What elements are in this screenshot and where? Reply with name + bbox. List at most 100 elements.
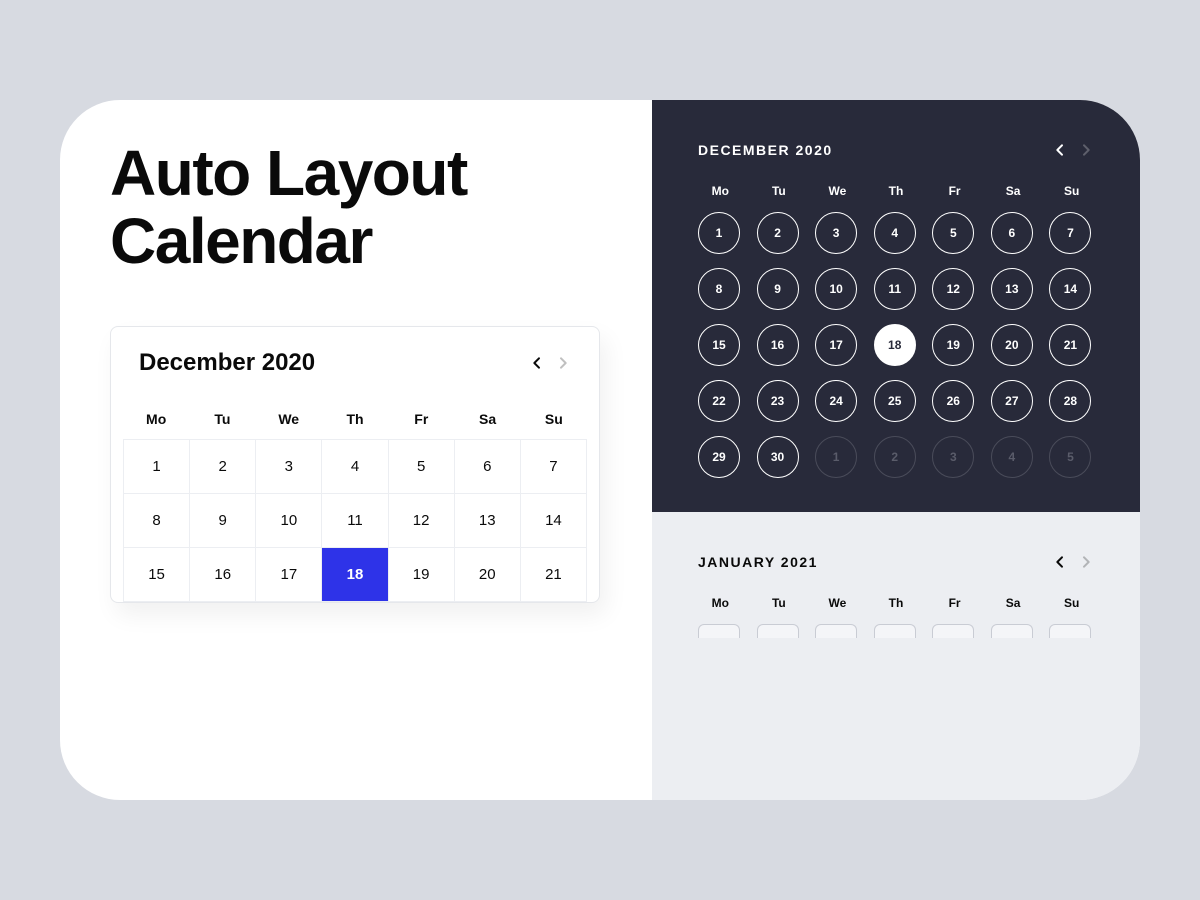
dow-label: Tu: [757, 184, 802, 198]
left-column: Auto LayoutCalendar December 2020 MoTuWe…: [60, 100, 652, 800]
calendar-day[interactable]: 13: [991, 268, 1033, 310]
chevron-left-icon[interactable]: [1052, 554, 1068, 570]
calendar-day[interactable]: 1: [698, 212, 740, 254]
calendar-day[interactable]: 9: [190, 494, 256, 548]
calendar-day[interactable]: 25: [874, 380, 916, 422]
calendar-day[interactable]: 26: [932, 380, 974, 422]
calendar-day[interactable]: 10: [256, 494, 322, 548]
chevron-left-icon[interactable]: [1052, 142, 1068, 158]
dow-label: We: [815, 596, 860, 610]
chevron-left-icon[interactable]: [529, 355, 545, 371]
calendar-day-other-month[interactable]: 5: [1049, 436, 1091, 478]
calendar-day[interactable]: 7: [1049, 212, 1091, 254]
calendar-day[interactable]: 11: [874, 268, 916, 310]
dow-label: Th: [874, 184, 919, 198]
calendar-day[interactable]: 18: [322, 548, 388, 602]
calendar-day[interactable]: 22: [698, 380, 740, 422]
calendar-day[interactable]: 16: [757, 324, 799, 366]
calendar-secondary-header: JANUARY 2021: [698, 554, 1094, 570]
dow-label: Mo: [698, 596, 743, 610]
calendar-day-other-month[interactable]: 2: [874, 436, 916, 478]
chevron-right-icon: [1078, 142, 1094, 158]
chevron-right-icon: [555, 355, 571, 371]
calendar-day[interactable]: [698, 624, 740, 638]
calendar-day[interactable]: 19: [389, 548, 455, 602]
calendar-day[interactable]: 29: [698, 436, 740, 478]
calendar-day[interactable]: 17: [815, 324, 857, 366]
calendar-day[interactable]: 8: [698, 268, 740, 310]
dow-label: Fr: [388, 411, 454, 427]
calendar-day[interactable]: [932, 624, 974, 638]
calendar-day[interactable]: 12: [389, 494, 455, 548]
dow-label: Fr: [932, 184, 977, 198]
calendar-day[interactable]: 15: [698, 324, 740, 366]
calendar-day[interactable]: [815, 624, 857, 638]
calendar-day[interactable]: 9: [757, 268, 799, 310]
calendar-dark-grid: 1234567891011121314151617181920212223242…: [698, 212, 1094, 478]
calendar-day[interactable]: [1049, 624, 1091, 638]
calendar-day[interactable]: [991, 624, 1033, 638]
dow-label: We: [815, 184, 860, 198]
calendar-secondary-title: JANUARY 2021: [698, 554, 818, 570]
calendar-day[interactable]: 20: [991, 324, 1033, 366]
calendar-day[interactable]: 24: [815, 380, 857, 422]
dow-label: Th: [322, 411, 388, 427]
calendar-day[interactable]: 18: [874, 324, 916, 366]
dow-label: We: [256, 411, 322, 427]
calendar-day-other-month[interactable]: 4: [991, 436, 1033, 478]
calendar-day[interactable]: 13: [455, 494, 521, 548]
calendar-day[interactable]: 11: [322, 494, 388, 548]
calendar-day[interactable]: 6: [991, 212, 1033, 254]
calendar-light-nav: [529, 355, 571, 371]
showcase-card: Auto LayoutCalendar December 2020 MoTuWe…: [60, 100, 1140, 800]
calendar-day[interactable]: [874, 624, 916, 638]
page-title: Auto LayoutCalendar: [110, 140, 622, 276]
calendar-day[interactable]: 3: [815, 212, 857, 254]
dow-label: Mo: [698, 184, 743, 198]
dow-label: Su: [1049, 184, 1094, 198]
calendar-day-other-month[interactable]: 1: [815, 436, 857, 478]
calendar-light-grid: 123456789101112131415161718192021: [123, 439, 587, 602]
calendar-day[interactable]: 5: [389, 440, 455, 494]
calendar-light-title: December 2020: [139, 349, 315, 377]
calendar-day[interactable]: 2: [190, 440, 256, 494]
calendar-day[interactable]: 19: [932, 324, 974, 366]
calendar-day[interactable]: 14: [521, 494, 587, 548]
calendar-day-other-month[interactable]: 3: [932, 436, 974, 478]
calendar-day[interactable]: 30: [757, 436, 799, 478]
calendar-light-dow-row: MoTuWeThFrSaSu: [111, 395, 599, 439]
calendar-day[interactable]: 21: [1049, 324, 1091, 366]
calendar-day[interactable]: 6: [455, 440, 521, 494]
right-column: DECEMBER 2020 MoTuWeThFrSaSu 12345678910…: [652, 100, 1140, 800]
calendar-day[interactable]: 16: [190, 548, 256, 602]
dow-label: Th: [874, 596, 919, 610]
calendar-day[interactable]: 23: [757, 380, 799, 422]
calendar-day[interactable]: 4: [322, 440, 388, 494]
calendar-light: December 2020 MoTuWeThFrSaSu 12345678910…: [110, 326, 600, 603]
calendar-day[interactable]: 4: [874, 212, 916, 254]
calendar-day[interactable]: 27: [991, 380, 1033, 422]
calendar-secondary-nav: [1052, 554, 1094, 570]
calendar-day[interactable]: 8: [124, 494, 190, 548]
calendar-dark-nav: [1052, 142, 1094, 158]
calendar-day[interactable]: 21: [521, 548, 587, 602]
calendar-day[interactable]: 20: [455, 548, 521, 602]
calendar-day[interactable]: 17: [256, 548, 322, 602]
calendar-day[interactable]: [757, 624, 799, 638]
calendar-dark-dow-row: Mo Tu We Th Fr Sa Su: [698, 184, 1094, 198]
calendar-day[interactable]: 28: [1049, 380, 1091, 422]
calendar-secondary: JANUARY 2021 MoTuWeThFrSaSu: [652, 512, 1140, 800]
calendar-day[interactable]: 2: [757, 212, 799, 254]
calendar-day[interactable]: 5: [932, 212, 974, 254]
calendar-day[interactable]: 3: [256, 440, 322, 494]
dow-label: Sa: [991, 184, 1036, 198]
calendar-day[interactable]: 14: [1049, 268, 1091, 310]
calendar-light-header: December 2020: [111, 327, 599, 395]
dow-label: Tu: [189, 411, 255, 427]
calendar-dark: DECEMBER 2020 MoTuWeThFrSaSu 12345678910…: [652, 100, 1140, 512]
calendar-day[interactable]: 7: [521, 440, 587, 494]
calendar-day[interactable]: 1: [124, 440, 190, 494]
calendar-day[interactable]: 12: [932, 268, 974, 310]
calendar-day[interactable]: 10: [815, 268, 857, 310]
calendar-day[interactable]: 15: [124, 548, 190, 602]
